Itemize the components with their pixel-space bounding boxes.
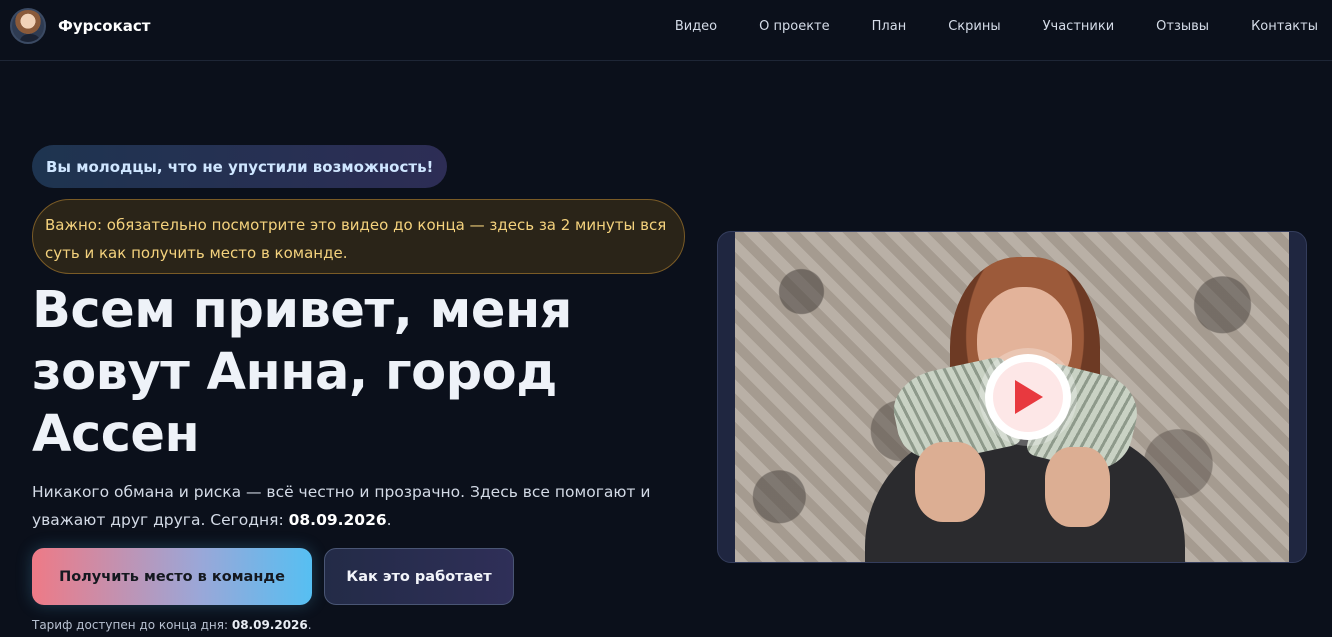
play-button-inner (993, 362, 1063, 432)
how-it-works-button[interactable]: Как это работает (324, 548, 514, 605)
nav-screens[interactable]: Скрины (948, 18, 1000, 36)
get-place-button[interactable]: Получить место в команде (32, 548, 312, 605)
video-player[interactable] (717, 231, 1307, 563)
nav-reviews[interactable]: Отзывы (1156, 18, 1209, 36)
play-icon (1015, 380, 1043, 414)
congrats-pill: Вы молодцы, что не упустили возможность! (32, 145, 448, 188)
nav-plan[interactable]: План (872, 18, 907, 36)
nav-about[interactable]: О проекте (759, 18, 830, 36)
tariff-label: Тариф доступен до конца дня: (32, 618, 232, 632)
brand[interactable]: Фурсокаст (10, 8, 150, 44)
subtext-end: . (386, 511, 392, 529)
tariff-end: . (307, 618, 312, 632)
nav-members[interactable]: Участники (1043, 18, 1115, 36)
hero-headline: Всем привет, меня зовут Анна, город Ассе… (32, 281, 572, 464)
hero-subtext: Никакого обмана и риска — всё честно и п… (32, 478, 672, 534)
nav-video[interactable]: Видео (675, 18, 717, 36)
site-header: Фурсокаст Видео О проекте План Скрины Уч… (0, 0, 1332, 61)
nav-contacts[interactable]: Контакты (1251, 18, 1318, 36)
brand-name: Фурсокаст (58, 17, 151, 35)
play-button[interactable] (985, 354, 1071, 440)
important-notice: Важно: обязательно посмотрите это видео … (32, 199, 685, 274)
avatar (10, 8, 46, 44)
tariff-note: Тариф доступен до конца дня: 08.09.2026. (32, 618, 312, 632)
main-nav: Видео О проекте План Скрины Участники От… (675, 18, 1318, 36)
thumbnail-hand-left (915, 442, 985, 522)
tariff-date: 08.09.2026 (231, 618, 308, 632)
video-thumbnail[interactable] (735, 232, 1289, 562)
thumbnail-hand-right (1045, 447, 1110, 527)
subtext-date: 08.09.2026 (288, 511, 387, 529)
